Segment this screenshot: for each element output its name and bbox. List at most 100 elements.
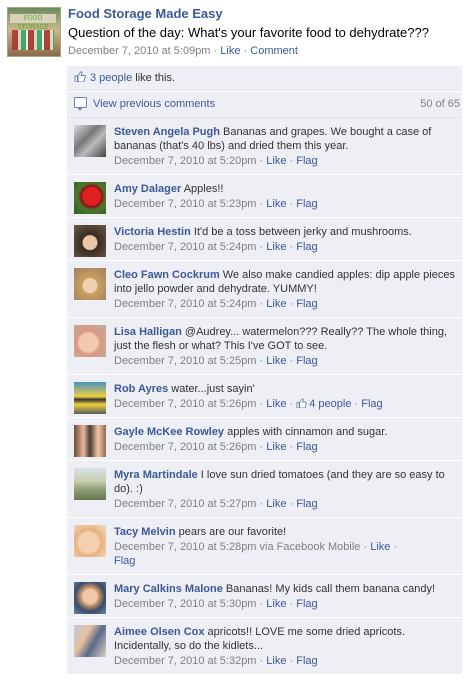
comment-thread: 3 people like this. View previous commen…	[67, 66, 462, 675]
comment-body: Victoria Hestin It'd be a toss between j…	[114, 223, 458, 239]
commenter-avatar[interactable]	[74, 182, 106, 214]
meta-separator: ·	[256, 298, 267, 310]
comment-text: It'd be a toss between jerky and mushroo…	[190, 226, 412, 238]
comment-bubble-icon	[74, 97, 87, 111]
commenter-avatar[interactable]	[74, 382, 106, 414]
comment-like-link[interactable]: Like	[266, 298, 286, 310]
comment-author-link[interactable]: Cleo Fawn Cockrum	[114, 269, 220, 281]
comment-body: Aimee Olsen Cox apricots!! LOVE me some …	[114, 623, 458, 653]
comment: Victoria Hestin It'd be a toss between j…	[67, 218, 462, 261]
comment: Steven Angela Pugh Bananas and grapes. W…	[67, 118, 462, 175]
comment-like-link[interactable]: Like	[266, 355, 286, 367]
meta-separator: ·	[256, 655, 267, 667]
meta-separator: ·	[390, 541, 398, 553]
comment-flag-link[interactable]: Flag	[296, 441, 317, 453]
likes-bar: 3 people like this.	[67, 66, 462, 91]
comment: Gayle McKee Rowley apples with cinnamon …	[67, 418, 462, 461]
comment-body: Myra Martindale I love sun dried tomatoe…	[114, 466, 458, 496]
commenter-avatar[interactable]	[74, 525, 106, 557]
comment-flag-link[interactable]: Flag	[296, 241, 317, 253]
comment-author-link[interactable]: Lisa Halligan	[114, 326, 182, 338]
meta-separator: ·	[286, 498, 297, 510]
commenter-avatar[interactable]	[74, 325, 106, 357]
comment-flag-link[interactable]: Flag	[296, 355, 317, 367]
likes-suffix: like this.	[132, 72, 176, 84]
commenter-avatar[interactable]	[74, 625, 106, 657]
post-timestamp[interactable]: December 7, 2010 at 5:09pm	[68, 45, 210, 57]
comment-timestamp: December 7, 2010 at 5:24pm	[114, 241, 257, 253]
comment-meta: December 7, 2010 at 5:25pm · Like · Flag	[114, 354, 458, 368]
comment-flag-link[interactable]: Flag	[296, 655, 317, 667]
commenter-avatar[interactable]	[74, 125, 106, 157]
thumbs-up-icon	[296, 398, 309, 410]
meta-separator: ·	[286, 598, 297, 610]
meta-separator: ·	[286, 355, 297, 367]
comment-author-link[interactable]: Victoria Hestin	[114, 226, 191, 238]
meta-separator: ·	[256, 498, 267, 510]
meta-separator: ·	[360, 541, 371, 553]
comment-like-link[interactable]: Like	[266, 198, 286, 210]
comment-timestamp: December 7, 2010 at 5:28pm via Facebook …	[114, 541, 361, 553]
post-comment-link[interactable]: Comment	[250, 45, 298, 57]
meta-separator: ·	[286, 655, 297, 667]
comment-like-link[interactable]: Like	[266, 441, 286, 453]
meta-separator: ·	[286, 198, 297, 210]
comment-author-link[interactable]: Tacy Melvin	[114, 526, 176, 538]
comment-timestamp: December 7, 2010 at 5:26pm	[114, 441, 257, 453]
commenter-avatar[interactable]	[74, 582, 106, 614]
meta-separator: ·	[256, 155, 267, 167]
comment-text: water...just sayin'	[168, 383, 255, 395]
comment-author-link[interactable]: Myra Martindale	[114, 469, 198, 481]
meta-separator: ·	[286, 155, 297, 167]
commenter-avatar[interactable]	[74, 268, 106, 300]
comment-flag-link[interactable]: Flag	[114, 555, 135, 567]
comment-flag-link[interactable]: Flag	[296, 155, 317, 167]
comment-author-link[interactable]: Gayle McKee Rowley	[114, 426, 224, 438]
comment-like-link[interactable]: Like	[266, 398, 286, 410]
comment-timestamp: December 7, 2010 at 5:24pm	[114, 298, 257, 310]
comment-timestamp: December 7, 2010 at 5:20pm	[114, 155, 257, 167]
comment-body: Cleo Fawn Cockrum We also make candied a…	[114, 266, 458, 296]
comment-author-link[interactable]: Steven Angela Pugh	[114, 126, 220, 138]
comment-author-link[interactable]: Amy Dalager	[114, 183, 181, 195]
post-meta: December 7, 2010 at 5:09pm · Like · Comm…	[68, 45, 298, 57]
comment-flag-link[interactable]: Flag	[361, 398, 382, 410]
comment-text: Apples!!	[181, 183, 224, 195]
comment-like-link[interactable]: Like	[266, 655, 286, 667]
comment-meta: December 7, 2010 at 5:30pm · Like · Flag	[114, 597, 458, 611]
comment-author-link[interactable]: Rob Ayres	[114, 383, 168, 395]
comment-flag-link[interactable]: Flag	[296, 598, 317, 610]
page-avatar[interactable]: FOOD STORAGE	[7, 7, 61, 57]
comment-author-link[interactable]: Aimee Olsen Cox	[114, 626, 204, 638]
post-text: Question of the day: What's your favorit…	[68, 25, 429, 40]
comment-like-link[interactable]: Like	[266, 598, 286, 610]
comment-like-link[interactable]: Like	[266, 155, 286, 167]
comment-meta: December 7, 2010 at 5:24pm · Like · Flag	[114, 240, 458, 254]
comment-likers-link[interactable]: 4 people	[309, 398, 351, 410]
comment-author-link[interactable]: Mary Calkins Malone	[114, 583, 223, 595]
comment-meta: December 7, 2010 at 5:32pm · Like · Flag	[114, 654, 458, 668]
commenter-avatar[interactable]	[74, 225, 106, 257]
commenter-avatar[interactable]	[74, 425, 106, 457]
comment-flag-link[interactable]: Flag	[296, 298, 317, 310]
comment-timestamp: December 7, 2010 at 5:25pm	[114, 355, 257, 367]
post-like-link[interactable]: Like	[220, 45, 240, 57]
view-previous-comments-link[interactable]: View previous comments	[93, 98, 215, 110]
comment-meta: December 7, 2010 at 5:23pm · Like · Flag	[114, 197, 458, 211]
commenter-avatar[interactable]	[74, 468, 106, 500]
likers-link[interactable]: 3 people	[90, 72, 132, 84]
comment: Cleo Fawn Cockrum We also make candied a…	[67, 261, 462, 318]
meta-separator: ·	[286, 441, 297, 453]
comment-like-link[interactable]: Like	[266, 498, 286, 510]
meta-separator: ·	[286, 398, 297, 410]
page-name-link[interactable]: Food Storage Made Easy	[68, 6, 223, 21]
comment-flag-link[interactable]: Flag	[296, 198, 317, 210]
meta-separator: ·	[286, 298, 297, 310]
comment-flag-link[interactable]: Flag	[296, 498, 317, 510]
comment-body: Tacy Melvin pears are our favorite!	[114, 523, 458, 539]
comment-like-link[interactable]: Like	[370, 541, 390, 553]
comment-like-link[interactable]: Like	[266, 241, 286, 253]
meta-separator: ·	[256, 241, 267, 253]
comment-body: Rob Ayres water...just sayin'	[114, 380, 458, 396]
comment-meta: December 7, 2010 at 5:24pm · Like · Flag	[114, 297, 458, 311]
